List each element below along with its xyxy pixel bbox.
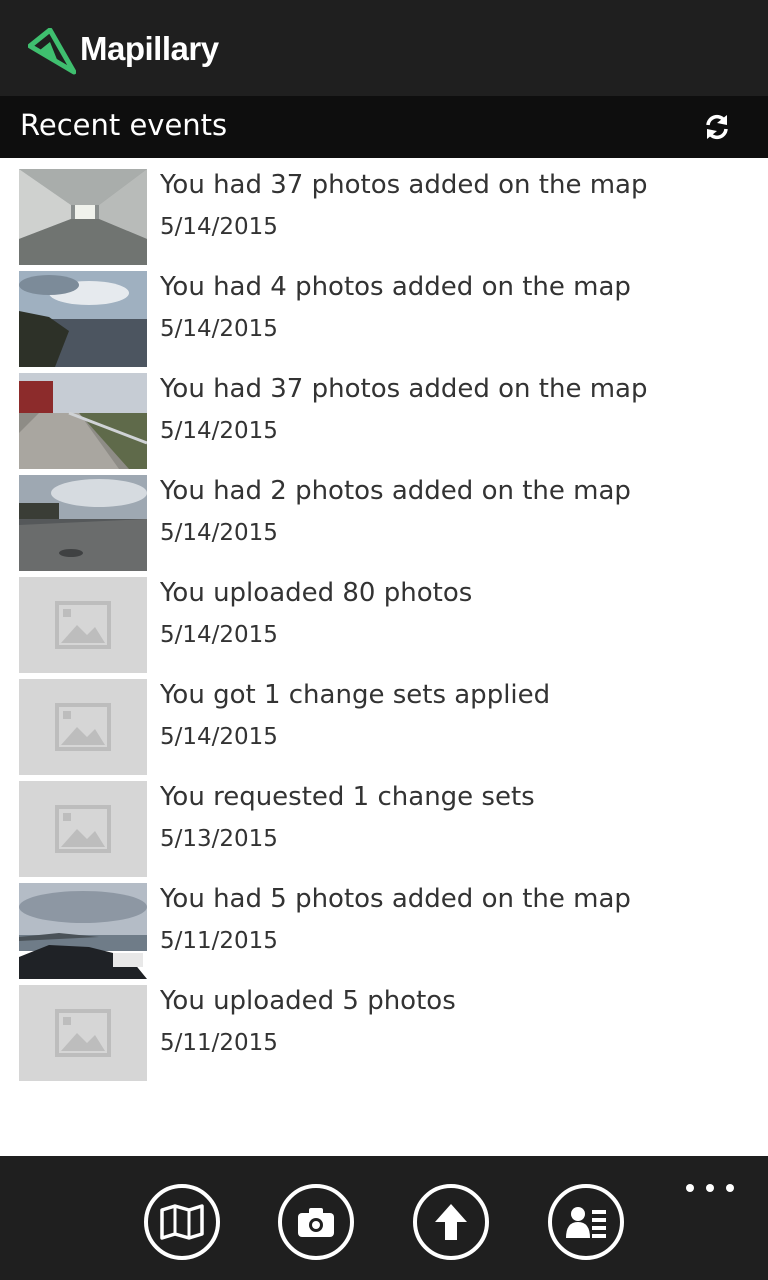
event-text: You had 2 photos added on the map: [160, 476, 631, 506]
camera-icon: [298, 1208, 334, 1237]
event-text: You had 5 photos added on the map: [160, 884, 631, 914]
event-date: 5/11/2015: [160, 1030, 278, 1056]
more-dot: [686, 1184, 694, 1192]
event-date: 5/14/2015: [160, 316, 278, 342]
event-date: 5/13/2015: [160, 826, 278, 852]
event-date: 5/14/2015: [160, 724, 278, 750]
image-placeholder-icon: [19, 781, 147, 877]
section-bar: Recent events: [0, 96, 768, 158]
coast-photo-thumbnail: [19, 271, 147, 367]
event-date: 5/14/2015: [160, 520, 278, 546]
event-text: You had 37 photos added on the map: [160, 374, 648, 404]
street-photo-thumbnail: [19, 475, 147, 571]
event-date: 5/11/2015: [160, 928, 278, 954]
fjord-photo-thumbnail: [19, 883, 147, 979]
profile-icon: [566, 1207, 606, 1238]
upload-button[interactable]: [413, 1184, 489, 1260]
app-bar: [0, 1156, 768, 1280]
refresh-icon: [706, 114, 728, 140]
event-text: You uploaded 80 photos: [160, 578, 473, 608]
profile-button[interactable]: [548, 1184, 624, 1260]
event-date: 5/14/2015: [160, 214, 278, 240]
event-text: You had 37 photos added on the map: [160, 170, 648, 200]
list-item[interactable]: You had 37 photos added on the map 5/14/…: [0, 158, 768, 265]
tunnel-photo-thumbnail: [19, 169, 147, 265]
map-button[interactable]: [144, 1184, 220, 1260]
camera-button[interactable]: [278, 1184, 354, 1260]
image-placeholder-icon: [19, 577, 147, 673]
more-button[interactable]: [686, 1180, 734, 1196]
events-list: You had 37 photos added on the map 5/14/…: [0, 158, 768, 1156]
list-item[interactable]: You uploaded 80 photos 5/14/2015: [0, 566, 768, 673]
event-text: You uploaded 5 photos: [160, 986, 456, 1016]
app-name: Mapillary: [80, 30, 219, 67]
image-placeholder-icon: [19, 985, 147, 1081]
list-item[interactable]: You had 37 photos added on the map 5/14/…: [0, 362, 768, 469]
map-icon: [160, 1204, 204, 1240]
list-item[interactable]: You had 4 photos added on the map 5/14/2…: [0, 260, 768, 367]
list-item[interactable]: You uploaded 5 photos 5/11/2015: [0, 974, 768, 1081]
event-date: 5/14/2015: [160, 622, 278, 648]
refresh-button[interactable]: [700, 110, 734, 144]
list-item[interactable]: You had 5 photos added on the map 5/11/2…: [0, 872, 768, 979]
event-text: You got 1 change sets applied: [160, 680, 551, 710]
road-photo-thumbnail: [19, 373, 147, 469]
more-dot: [706, 1184, 714, 1192]
event-date: 5/14/2015: [160, 418, 278, 444]
event-text: You requested 1 change sets: [160, 782, 535, 812]
more-dot: [726, 1184, 734, 1192]
upload-icon: [435, 1204, 467, 1240]
page-title: Recent events: [20, 108, 228, 142]
image-placeholder-icon: [19, 679, 147, 775]
mapillary-logo-icon: [28, 28, 76, 75]
list-item[interactable]: You had 2 photos added on the map 5/14/2…: [0, 464, 768, 571]
event-text: You had 4 photos added on the map: [160, 272, 631, 302]
list-item[interactable]: You got 1 change sets applied 5/14/2015: [0, 668, 768, 775]
list-item[interactable]: You requested 1 change sets 5/13/2015: [0, 770, 768, 877]
app-header: Mapillary: [0, 0, 768, 96]
